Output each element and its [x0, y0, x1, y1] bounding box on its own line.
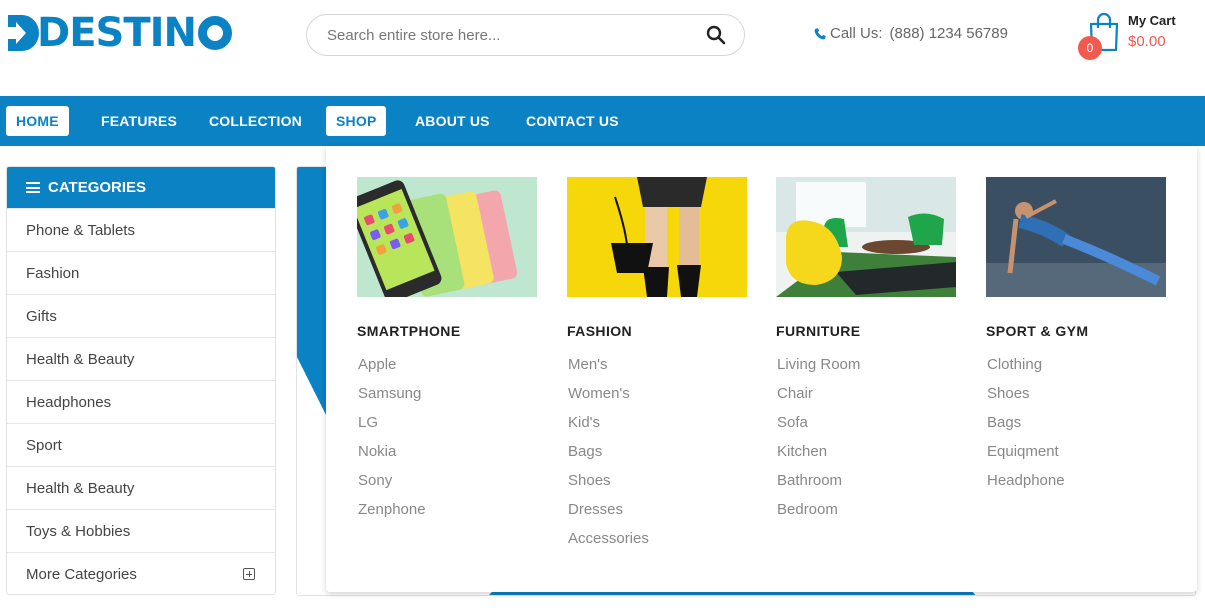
contact-phone: Call Us: (888) 1234 56789	[814, 25, 1008, 42]
search-bar[interactable]	[306, 14, 745, 56]
sidebar-item-phone-tablets[interactable]: Phone & Tablets	[7, 208, 275, 251]
mega-link[interactable]: Dresses	[567, 501, 747, 530]
fitness-woman-image[interactable]	[986, 177, 1166, 297]
mega-link[interactable]: Samsung	[357, 385, 537, 414]
sidebar-item-label: Sport	[26, 436, 62, 454]
mega-link[interactable]: LG	[357, 414, 537, 443]
cart-title: My Cart	[1128, 13, 1176, 28]
logo-arrow-d	[6, 15, 39, 51]
sidebar-item-headphones[interactable]: Headphones	[7, 380, 275, 423]
mega-link[interactable]: Chair	[776, 385, 956, 414]
nav-contact-us[interactable]: CONTACT US	[516, 106, 629, 136]
sidebar-item-label: Fashion	[26, 264, 80, 282]
sidebar-item-health-beauty-2[interactable]: Health & Beauty	[7, 466, 275, 509]
mega-link[interactable]: Bags	[567, 443, 747, 472]
mega-title-smartphone[interactable]: SMARTPHONE	[357, 323, 537, 339]
mega-link[interactable]: Equiqment	[986, 443, 1166, 472]
mega-links-smartphone: Apple Samsung LG Nokia Sony Zenphone	[357, 356, 537, 530]
mega-title-sport-gym[interactable]: SPORT & GYM	[986, 323, 1166, 339]
mega-link[interactable]: Living Room	[776, 356, 956, 385]
mega-link[interactable]: Sofa	[776, 414, 956, 443]
menu-icon	[26, 182, 40, 193]
mega-link[interactable]: Accessories	[567, 530, 747, 559]
mega-link[interactable]: Shoes	[567, 472, 747, 501]
living-room-furniture-image[interactable]	[776, 177, 956, 297]
mega-link[interactable]: Shoes	[986, 385, 1166, 414]
mega-title-fashion[interactable]: FASHION	[567, 323, 747, 339]
sidebar-item-label: Phone & Tablets	[26, 221, 135, 239]
cart-count-badge: 0	[1078, 36, 1102, 60]
sidebar-item-label: Health & Beauty	[26, 479, 135, 497]
phone-icon	[814, 27, 826, 39]
categories-sidebar: CATEGORIES Phone & Tablets Fashion Gifts…	[6, 166, 276, 595]
categories-header[interactable]: CATEGORIES	[7, 167, 275, 208]
mega-link[interactable]: Apple	[357, 356, 537, 385]
mega-link[interactable]: Headphone	[986, 472, 1166, 501]
mega-link[interactable]: Clothing	[986, 356, 1166, 385]
mega-link[interactable]: Women's	[567, 385, 747, 414]
sidebar-item-more-categories[interactable]: More Categories	[7, 552, 275, 594]
mega-link[interactable]: Kid's	[567, 414, 747, 443]
mega-link[interactable]: Men's	[567, 356, 747, 385]
sidebar-item-health-beauty[interactable]: Health & Beauty	[7, 337, 275, 380]
mega-link[interactable]: Zenphone	[357, 501, 537, 530]
logo[interactable]: DESTIN	[6, 12, 232, 54]
mega-links-furniture: Living Room Chair Sofa Kitchen Bathroom …	[776, 356, 956, 530]
mega-column-furniture: FURNITURE Living Room Chair Sofa Kitchen…	[776, 177, 956, 530]
mega-links-fashion: Men's Women's Kid's Bags Shoes Dresses A…	[567, 356, 747, 559]
nav-features[interactable]: FEATURES	[91, 106, 187, 136]
sidebar-item-label: More Categories	[26, 565, 137, 583]
logo-text-letters: DESTIN	[37, 10, 197, 56]
main-navigation: HOME FEATURES COLLECTION SHOP ABOUT US C…	[0, 96, 1205, 146]
mega-title-furniture[interactable]: FURNITURE	[776, 323, 956, 339]
nav-about-us[interactable]: ABOUT US	[405, 106, 500, 136]
categories-title: CATEGORIES	[48, 179, 147, 196]
nav-shop[interactable]: SHOP	[326, 106, 387, 136]
fashion-handbag-image[interactable]	[567, 177, 747, 297]
logo-o-ring	[197, 16, 232, 50]
sidebar-item-label: Toys & Hobbies	[26, 522, 131, 540]
cart-widget[interactable]: 0 My Cart $0.00	[1078, 10, 1198, 66]
mega-link[interactable]: Bedroom	[776, 501, 956, 530]
cart-total: $0.00	[1128, 33, 1166, 50]
search-icon[interactable]	[706, 25, 726, 45]
sidebar-item-sport[interactable]: Sport	[7, 423, 275, 466]
smartphones-image[interactable]	[357, 177, 537, 297]
mega-link[interactable]: Kitchen	[776, 443, 956, 472]
sidebar-item-fashion[interactable]: Fashion	[7, 251, 275, 294]
logo-wordmark: DESTIN	[6, 12, 232, 54]
sidebar-item-label: Gifts	[26, 307, 57, 325]
mega-link[interactable]: Sony	[357, 472, 537, 501]
mega-link[interactable]: Bathroom	[776, 472, 956, 501]
mega-links-sport-gym: Clothing Shoes Bags Equiqment Headphone	[986, 356, 1166, 501]
nav-home[interactable]: HOME	[6, 106, 69, 136]
mega-link[interactable]: Bags	[986, 414, 1166, 443]
phone-number[interactable]: (888) 1234 56789	[890, 25, 1008, 42]
nav-collection[interactable]: COLLECTION	[199, 106, 312, 136]
search-input[interactable]	[327, 26, 706, 44]
sidebar-item-gifts[interactable]: Gifts	[7, 294, 275, 337]
mega-column-fashion: FASHION Men's Women's Kid's Bags Shoes D…	[567, 177, 747, 559]
expand-plus-icon[interactable]	[243, 568, 255, 580]
mega-column-smartphone: SMARTPHONE Apple Samsung LG Nokia Sony Z…	[357, 177, 537, 530]
shop-mega-menu: SMARTPHONE Apple Samsung LG Nokia Sony Z…	[326, 146, 1197, 592]
sidebar-item-toys-hobbies[interactable]: Toys & Hobbies	[7, 509, 275, 552]
sidebar-item-label: Health & Beauty	[26, 350, 135, 368]
phone-label: Call Us:	[830, 25, 883, 42]
mega-link[interactable]: Nokia	[357, 443, 537, 472]
mega-column-sport-gym: SPORT & GYM Clothing Shoes Bags Equiqmen…	[986, 177, 1166, 501]
sidebar-item-label: Headphones	[26, 393, 112, 411]
